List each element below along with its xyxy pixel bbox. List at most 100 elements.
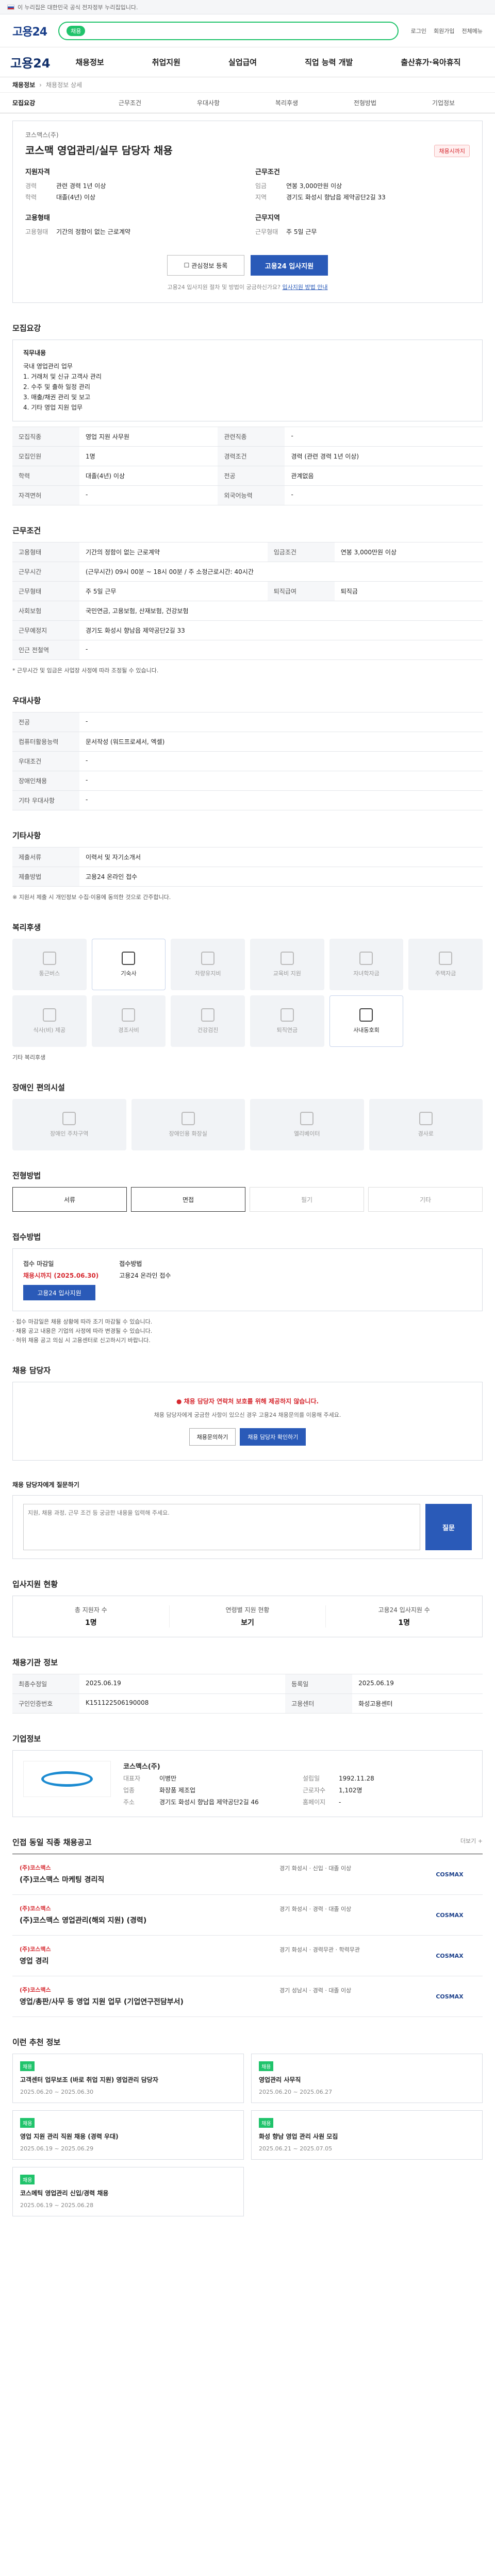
stat-label: 연령별 지원 현황 [225,1606,270,1614]
apply-button-secondary[interactable]: 고용24 입사지원 [23,1285,95,1300]
pension-icon [280,1008,294,1022]
related-company: (주)코스맥스 [20,1905,51,1912]
recommend-title[interactable]: 영업 지원 관리 직원 채용 (경력 우대) [20,2132,236,2141]
row-value: 연봉 3,000만원 이상 [334,542,483,562]
inquiry-heading: 채용 담당자에게 질문하기 [12,1481,79,1488]
signup-link[interactable]: 회원가입 [434,27,454,35]
inquiry-box: 질문 [12,1495,483,1559]
related-logo: COSMAX [436,1911,464,1919]
house-icon [439,952,453,965]
recommend-card[interactable]: 채용 고객센터 업무보조 (바로 취업 지원) 영업관리 담당자 2025.06.2… [12,2054,244,2103]
deadline-value: 채용시까지 (2025.06.30) [23,1272,99,1279]
preference-table: 전공 - 컴퓨터활용능력 문서작성 (워드프로세서, 엑셀) 우대조건 - 장애인채용… [12,712,483,810]
related-meta: 경기 화성시 · 신입 · 대졸 이상 [279,1865,352,1872]
tab-process[interactable]: 전형방법 [326,98,404,107]
row-key: 퇴직급여 [267,581,335,601]
tab-preference[interactable]: 우대사항 [169,98,248,107]
login-link[interactable]: 로그인 [411,27,426,35]
more-link[interactable]: 더보기 + [460,1837,483,1845]
stat-item: 총 지원자 수 1명 [13,1605,170,1628]
search-input[interactable]: 채용 [58,21,399,40]
row-key: 학력 [12,466,79,486]
stat-value: 1명 [398,1619,410,1627]
nav-item-training[interactable]: 직업 능력 개발 [305,57,353,67]
apply-button[interactable]: 고용24 입사지원 [251,255,328,276]
breadcrumb-path: 채용정보 상세 [45,81,82,89]
row-value: 이력서 및 자기소개서 [79,847,483,867]
contact-heading: 채용 담당자 [12,1366,51,1375]
all-menu-link[interactable]: 전체메뉴 [462,27,483,35]
inquiry-send-button[interactable]: 질문 [425,1504,472,1550]
recommend-title[interactable]: 고객센터 업무보조 (바로 취업 지원) 영업관리 담당자 [20,2075,236,2084]
row-value: 경력 (관련 경력 1년 이상) [285,446,483,466]
related-meta: 경기 성남시 · 경력 · 대졸 이상 [279,1987,352,1994]
row-key: 기타 우대사항 [12,790,79,810]
row-key: 전공 [12,712,79,732]
howto-bullet: · 채용 공고 내용은 기업의 사정에 따라 변경될 수 있습니다. [12,1328,153,1334]
welfare-other: 기타 복리후생 [12,1054,46,1061]
inquiry-button[interactable]: 채용문의하기 [189,1428,236,1446]
stat-label: 고용24 입사지원 수 [378,1606,430,1614]
nav-item-support[interactable]: 취업지원 [152,57,180,67]
related-title-text[interactable]: (주)코스맥스 영업관리(해외 지원) (경력) [20,1916,269,1926]
nav-item-leave[interactable]: 출산휴가·육아휴직 [401,57,460,67]
related-title-text[interactable]: 영업/총판/사무 등 영업 지원 업무 (기업연구전담부서) [20,1997,269,2007]
tab-company[interactable]: 기업정보 [404,98,483,107]
tab-recruit[interactable]: 모집요강 [12,98,91,107]
row-value: - [79,485,218,505]
inquiry-textarea[interactable] [23,1504,420,1550]
row-value: (근무시간) 09시 00분 ~ 18시 00분 / 주 소정근로시간: 40시… [79,562,483,582]
welfare-item: 통근버스 [12,939,87,990]
recommend-title[interactable]: 화성 향남 영업 관리 사원 모집 [259,2132,475,2141]
list-item[interactable]: (주)코스맥스 영업 경리 경기 화성시 · 경력무관 · 학력무관 COSMAX [12,1936,483,1976]
breadcrumb-current[interactable]: 채용정보 [12,80,35,89]
tab-work[interactable]: 근무조건 [91,98,169,107]
welfare-item: 교육비 지원 [250,939,324,990]
recommend-card[interactable]: 채용 영업관리 사무직 2025.06.20 ~ 2025.06.27 [251,2054,483,2103]
site-logo[interactable]: 고용24 [12,23,47,39]
nav-brand[interactable]: 고용24 [10,53,52,71]
tab-welfare[interactable]: 복리후생 [248,98,326,107]
stat-label: 총 지원자 수 [74,1606,107,1614]
welfare-label: 건강검진 [197,1027,219,1033]
row-key: 모집인원 [12,446,79,466]
scrap-button[interactable]: ☐ 관심정보 등록 [167,255,244,276]
row-key: 관련직종 [218,427,285,447]
facility-label: 장애인 주차구역 [50,1130,89,1137]
nav-item-benefit[interactable]: 실업급여 [228,57,257,67]
company-key: 주소 [123,1799,135,1806]
row-value: 주 5일 근무 [79,581,268,601]
related-title-text[interactable]: (주)코스맥스 마케팅 경리직 [20,1875,269,1885]
summary-place: 근무지역 근무형태 주 5일 근무 [255,212,470,238]
list-item[interactable]: (주)코스맥스 영업/총판/사무 등 영업 지원 업무 (기업연구전담부서) 경기… [12,1976,483,2017]
stat-value: 보기 [241,1619,254,1627]
company-value: 화장품 제조업 [159,1787,196,1794]
company-name: 코스맥스(주) [25,131,59,139]
row-key: 고용형태 [12,542,79,562]
gov-notice-text: 이 누리집은 대한민국 공식 전자정부 누리집입니다. [18,4,138,11]
regi-heading: 채용기관 정보 [12,1658,58,1667]
row-value: - [79,790,483,810]
nav-item-jobs[interactable]: 채용정보 [76,57,104,67]
company-value: 1,102명 [339,1787,362,1794]
welfare-label: 사내동호회 [353,1027,380,1033]
row-value: 화성고용센터 [352,1693,483,1714]
row-key: 경력조건 [218,446,285,466]
stats-heading: 입사지원 현황 [12,1580,58,1589]
recommend-title[interactable]: 영업관리 사무직 [259,2075,475,2084]
welfare-label: 식사(비) 제공 [33,1027,66,1033]
list-item[interactable]: (주)코스맥스 (주)코스맥스 마케팅 경리직 경기 화성시 · 신입 · 대졸 … [12,1854,483,1895]
apply-guide-link[interactable]: 입사지원 방법 안내 [283,284,328,291]
regi-table: 최종수정일 2025.06.19 등록일 2025.06.19 구인인증번호 K1511… [12,1674,483,1714]
related-title-text[interactable]: 영업 경리 [20,1956,269,1967]
summary-value: 관련 경력 1년 이상 [56,182,106,190]
recommend-card[interactable]: 채용 영업 지원 관리 직원 채용 (경력 우대) 2025.06.19 ~ 202… [12,2110,244,2160]
contact-check-button[interactable]: 채용 담당자 확인하기 [240,1428,306,1446]
summary-key: 근무형태 [255,228,278,235]
recommend-card[interactable]: 채용 화성 향남 영업 관리 사원 모집 2025.06.21 ~ 2025.07.… [251,2110,483,2160]
summary-value: 기간의 정함이 없는 근로계약 [56,228,130,235]
stat-item[interactable]: 연령별 지원 현황보기 [170,1605,326,1628]
list-item[interactable]: (주)코스맥스 (주)코스맥스 영업관리(해외 지원) (경력) 경기 화성시 ·… [12,1895,483,1936]
recommend-title[interactable]: 코스메틱 영업관리 신입/경력 채용 [20,2189,236,2198]
recommend-card[interactable]: 채용 코스메틱 영업관리 신입/경력 채용 2025.06.19 ~ 2025.06… [12,2167,244,2216]
